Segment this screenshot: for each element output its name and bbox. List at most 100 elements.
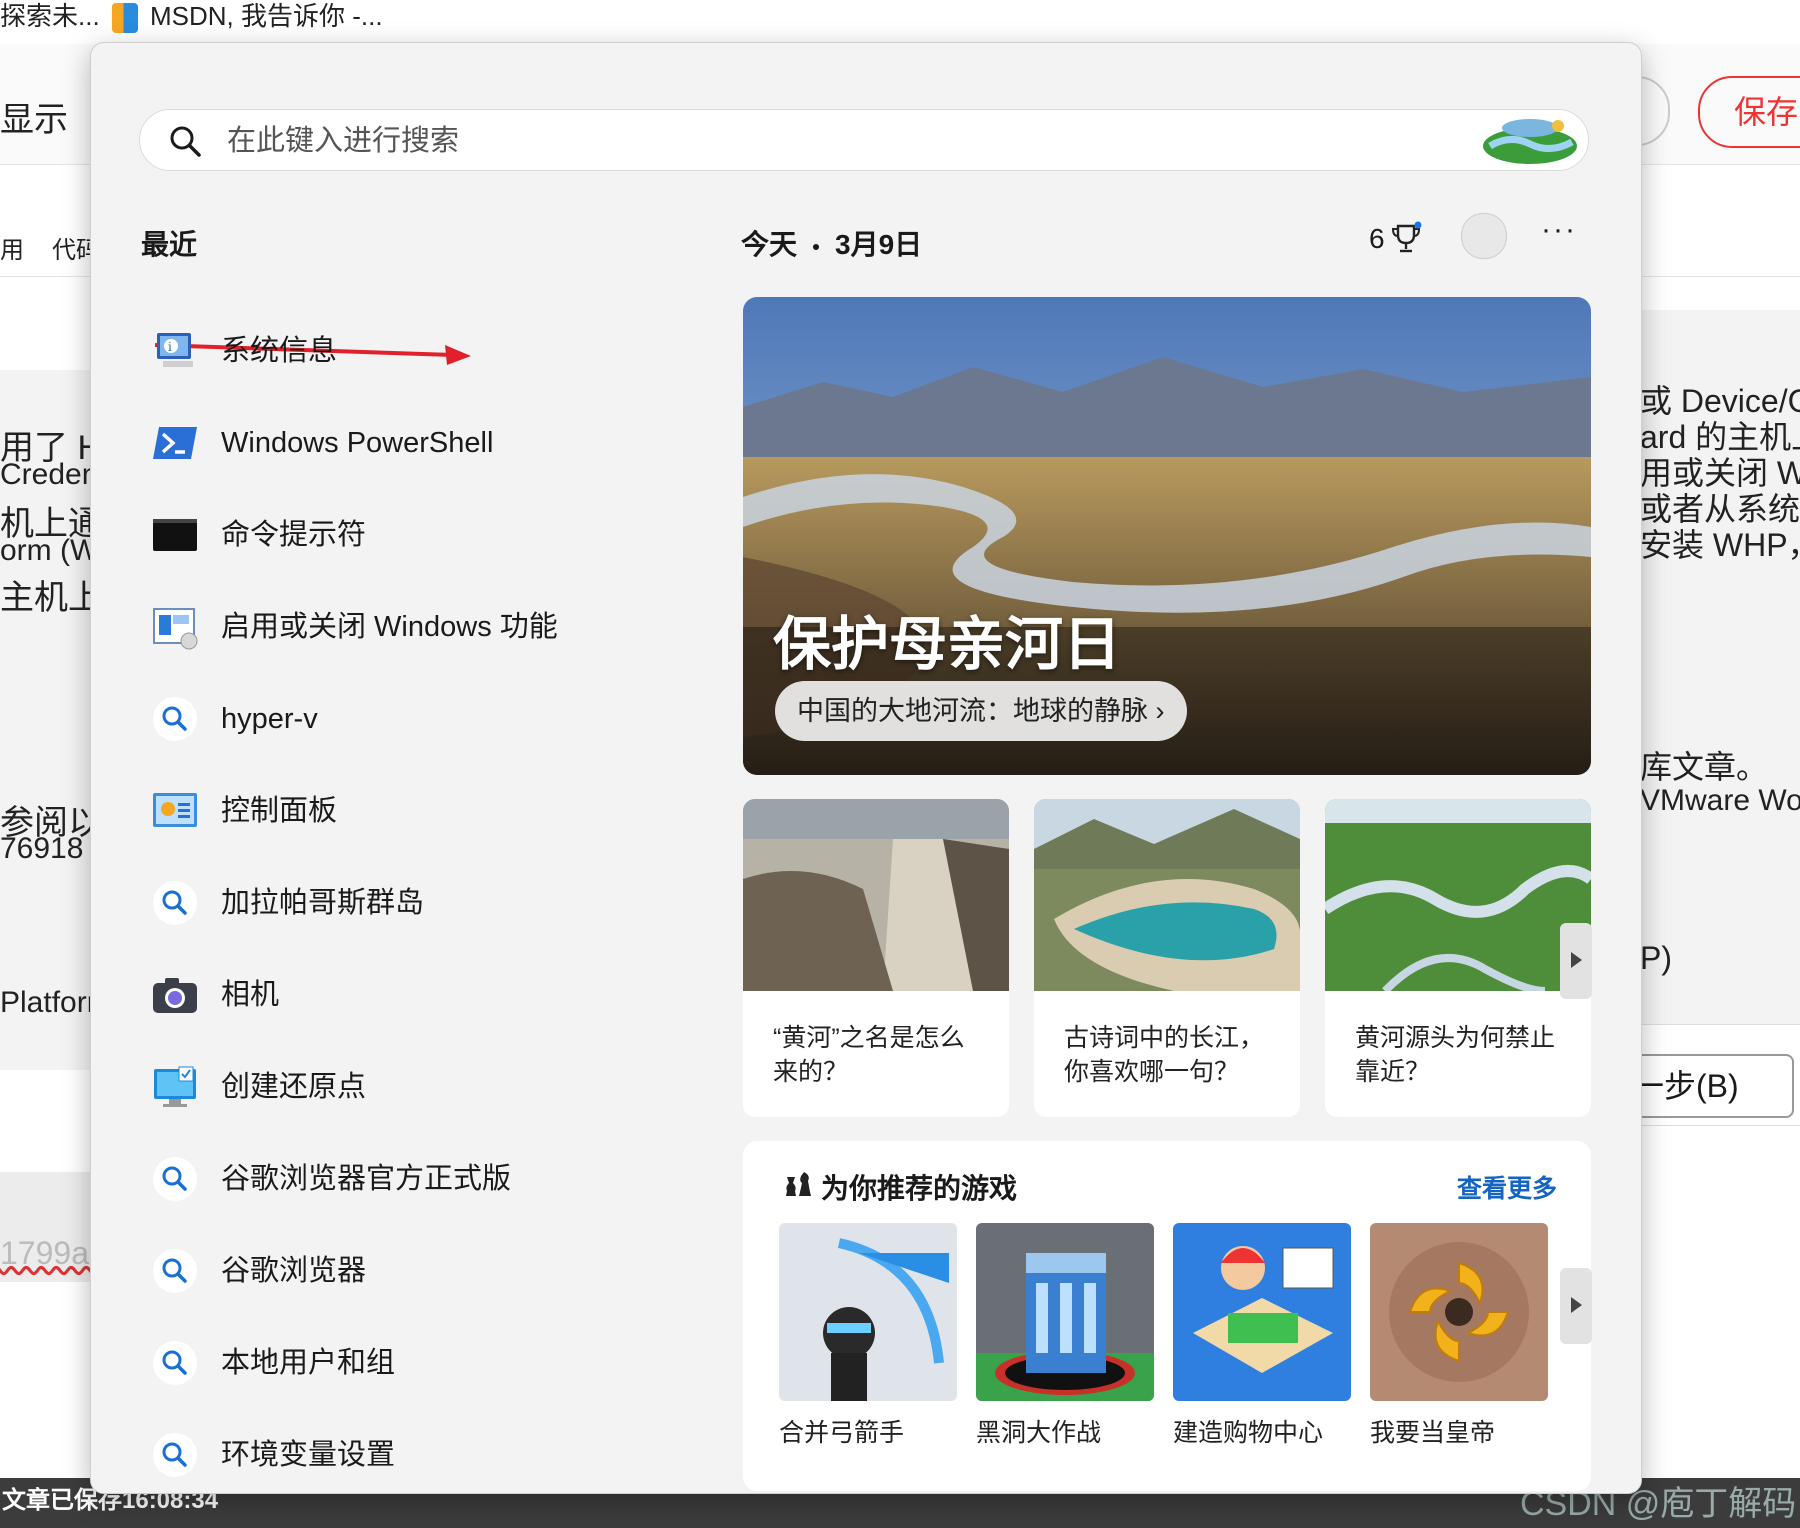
trophy-icon[interactable] [1389,221,1423,255]
search-icon [153,1341,197,1385]
recent-item-label: 谷歌浏览器官方正式版 [221,1163,512,1195]
game-tile[interactable]: 我要当皇帝 [1370,1223,1548,1449]
search-icon [153,881,197,925]
today-label: 今天 [741,229,798,260]
see-more-link[interactable]: 查看更多 [1457,1169,1557,1205]
bg-fragment: VMware Wor [1640,784,1800,817]
today-date: 3月9日 [835,229,923,260]
game-mall-image [1173,1223,1351,1401]
rewards-points[interactable]: 6 [1369,223,1385,255]
news-card[interactable]: 黄河源头为何禁止靠近？ [1325,799,1591,1117]
recent-item-label: 控制面板 [221,795,338,827]
browser-tab-2-label: MSDN, 我告诉你 -... [150,1,383,31]
hero-title: 保护母亲河日 [773,612,1122,677]
recent-item-search-hyper-v[interactable]: hyper-v [151,681,711,773]
bg-fragment: Creden [0,458,99,491]
game-emperor-image [1370,1223,1548,1401]
game-tile[interactable]: 合并弓箭手 [779,1223,957,1449]
hero-link-button[interactable]: 中国的大地河流：地球的静脉 › [775,681,1187,741]
news-card-text: 古诗词中的长江，你喜欢哪一句？ [1064,1024,1265,1086]
recent-item-powershell[interactable]: Windows PowerShell [151,405,711,497]
recent-item-label: hyper-v [221,703,318,735]
today-heading: 今天 3月9日 [741,223,922,263]
bg-fragment: 库文章。 [1640,749,1769,785]
recent-item-label: 命令提示符 [221,519,367,551]
recent-item-search-galapagos[interactable]: 加拉帕哥斯群岛 [151,865,711,957]
more-options-button[interactable]: ··· [1541,213,1577,247]
games-section: 为你推荐的游戏 查看更多 合并弓箭手 黑洞大作战 建造购物中心 我要当皇帝 [743,1141,1591,1491]
search-highlight-icon [1483,119,1577,164]
browser-tab-bar: 探索未... MSDN, 我告诉你 -... [0,0,1800,44]
recent-list: i 系统信息 Windows PowerShell 命令提示符 启用或关闭 Wi… [151,313,711,1493]
save-button[interactable]: 保存 [1698,76,1800,148]
bg-fragment: 76918 [0,832,84,865]
bg-fragment: 显示 [0,101,68,139]
game-name: 我要当皇帝 [1370,1419,1496,1447]
recent-item-windows-features[interactable]: 启用或关闭 Windows 功能 [151,589,711,681]
recent-item-search-chrome[interactable]: 谷歌浏览器 [151,1233,711,1325]
recent-item-label: 相机 [221,979,280,1011]
hero-card[interactable]: 保护母亲河日 中国的大地河流：地球的静脉 › [743,297,1591,775]
search-icon [170,126,201,157]
search-box[interactable] [139,109,1589,171]
games-next-button[interactable] [1560,1268,1592,1344]
waterfall-image [743,799,1009,991]
river-source-image [1325,799,1591,991]
recent-item-search-local-users[interactable]: 本地用户和组 [151,1325,711,1417]
recent-item-label: 谷歌浏览器 [221,1255,367,1287]
game-name: 合并弓箭手 [779,1419,905,1447]
search-input[interactable] [225,118,1459,164]
news-card[interactable]: 古诗词中的长江，你喜欢哪一句？ [1034,799,1300,1117]
start-search-panel: 最近 i 系统信息 Windows PowerShell 命令提 [90,42,1642,1494]
browser-tab-2[interactable]: MSDN, 我告诉你 -... [112,0,383,40]
game-archer-image [779,1223,957,1401]
search-icon [153,697,197,741]
cards-next-button[interactable] [1560,923,1592,999]
recent-item-control-panel[interactable]: 控制面板 [151,773,711,865]
chess-icon [786,1172,811,1196]
recent-item-label: 系统信息 [221,335,338,367]
control-panel-icon [153,793,197,827]
recent-item-label: 本地用户和组 [221,1347,396,1379]
recent-item-label: 启用或关闭 Windows 功能 [221,611,558,643]
command-prompt-icon [153,519,197,551]
user-avatar[interactable] [1461,213,1507,259]
news-card[interactable]: “黄河”之名是怎么来的？ [743,799,1009,1117]
search-icon [153,1433,197,1477]
camera-icon [153,978,197,1013]
game-name: 黑洞大作战 [976,1419,1102,1447]
recent-heading: 最近 [141,229,198,260]
search-icon [153,1249,197,1293]
windows-features-icon [153,608,198,650]
recent-item-label: 加拉帕哥斯群岛 [221,887,425,919]
bg-fragment: Platforr [0,986,97,1019]
recent-item-camera[interactable]: 相机 [151,957,711,1049]
recent-item-command-prompt[interactable]: 命令提示符 [151,497,711,589]
recent-item-label: 环境变量设置 [221,1439,396,1471]
recent-item-restore-point[interactable]: 创建还原点 [151,1049,711,1141]
games-title: 为你推荐的游戏 [821,1173,1018,1204]
separator-dot [813,243,820,250]
recent-item-system-info[interactable]: i 系统信息 [151,313,711,405]
powershell-icon [153,427,197,459]
game-name: 建造购物中心 [1173,1419,1324,1447]
bg-fragment: 主机上 [0,579,102,617]
news-card-text: 黄河源头为何禁止靠近？ [1355,1024,1556,1086]
restore-point-icon [154,1066,196,1107]
search-icon [153,1157,197,1201]
browser-tab-1[interactable]: 探索未... [0,0,100,40]
game-tile[interactable]: 黑洞大作战 [976,1223,1154,1449]
bg-fragment: orm (W [0,534,99,567]
game-tile[interactable]: 建造购物中心 [1173,1223,1351,1449]
river-bend-image [1034,799,1300,991]
news-cards-row: “黄河”之名是怎么来的？ 古诗词中的长江，你喜欢哪一句？ 黄河源头为何禁止靠近？ [743,799,1591,1117]
recent-item-search-env-vars[interactable]: 环境变量设置 [151,1417,711,1493]
recent-item-label: 创建还原点 [221,1071,367,1103]
recent-item-search-chrome-official[interactable]: 谷歌浏览器官方正式版 [151,1141,711,1233]
bg-fragment: 用 [0,237,24,264]
bg-fragment: P) [1640,940,1672,976]
bg-fragment: 安装 WHP， [1640,527,1800,563]
recent-item-label: Windows PowerShell [221,427,494,459]
game-blackhole-image [976,1223,1154,1401]
svg-text:i: i [168,340,172,354]
